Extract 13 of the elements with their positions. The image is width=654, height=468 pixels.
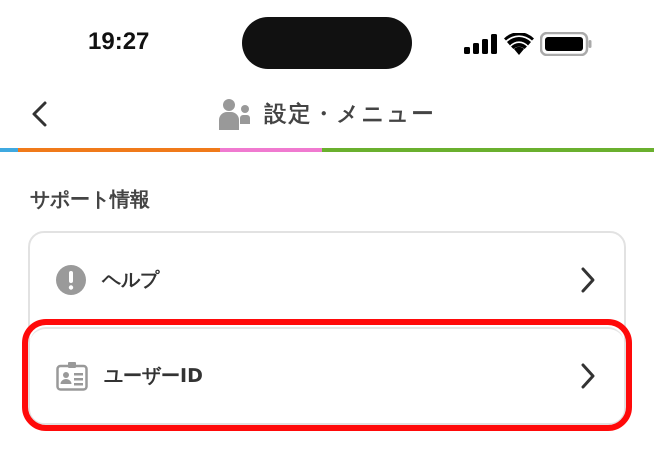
exclamation-icon	[56, 265, 86, 295]
section-title: サポート情報	[30, 186, 151, 213]
menu-item[interactable]: ユーザーID	[30, 327, 624, 423]
people-icon	[218, 98, 250, 130]
chevron-right-icon	[580, 266, 596, 294]
screen-title: 設定・メニュー	[264, 100, 436, 129]
signal-icon	[464, 34, 498, 54]
menu-item[interactable]: ヘルプ	[30, 233, 624, 327]
id-card-icon	[56, 361, 88, 391]
wifi-icon	[504, 33, 534, 55]
battery-icon	[540, 32, 592, 56]
status-time: 19:27	[88, 28, 150, 56]
chevron-right-icon	[580, 362, 596, 390]
